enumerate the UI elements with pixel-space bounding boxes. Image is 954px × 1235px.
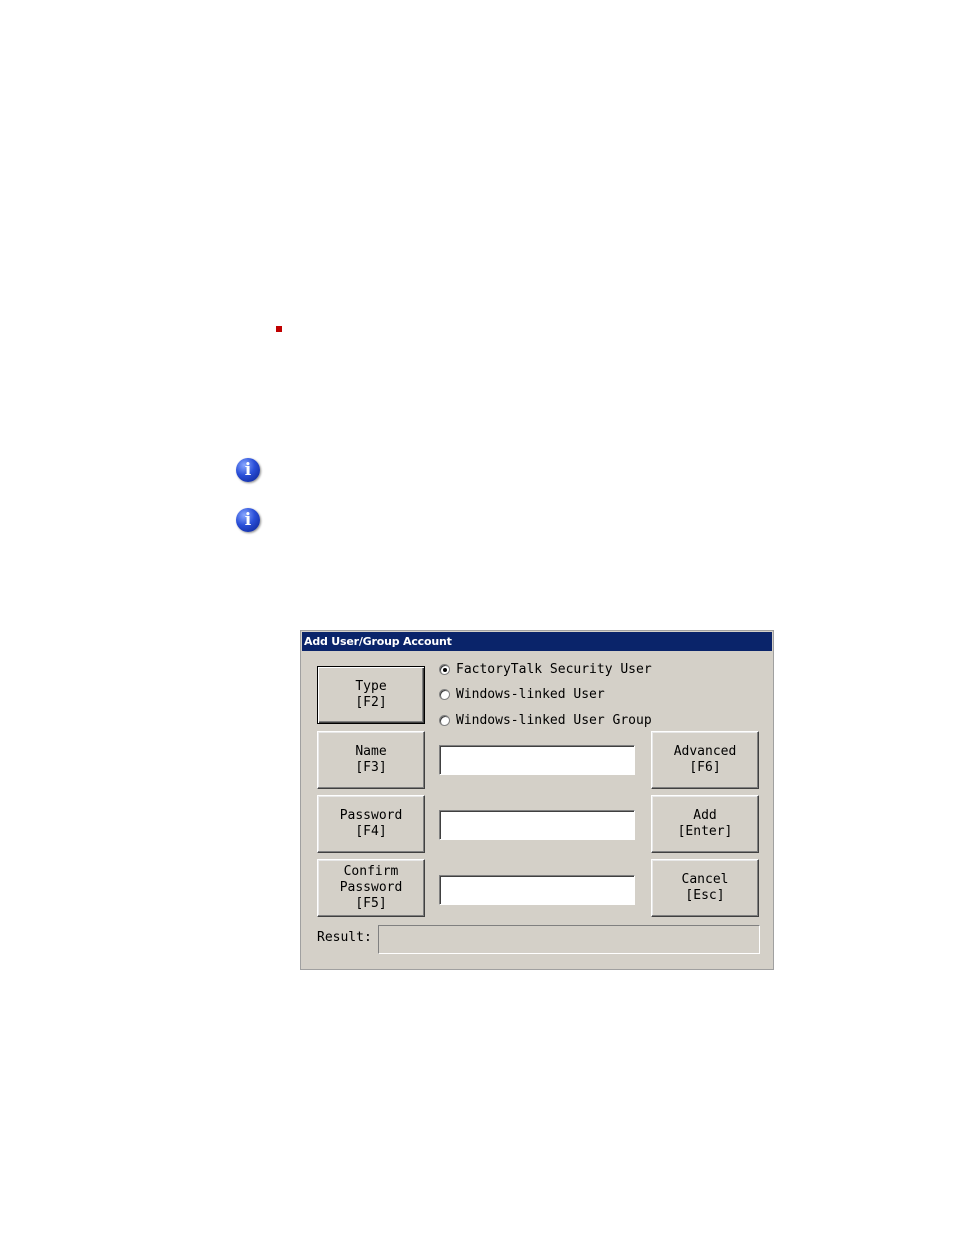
add-button[interactable]: Add [Enter] (651, 795, 759, 853)
dialog-title: Add User/Group Account (302, 632, 772, 651)
radio-factorytalk-user[interactable]: FactoryTalk Security User (439, 660, 652, 678)
radio-button-icon[interactable] (439, 688, 450, 700)
name-button[interactable]: Name [F3] (317, 731, 425, 789)
confirm-password-field[interactable] (439, 875, 635, 905)
result-label: Result: (317, 930, 372, 945)
password-button[interactable]: Password [F4] (317, 795, 425, 853)
radio-label: Windows-linked User (456, 686, 605, 702)
radio-label: Windows-linked User Group (456, 712, 652, 728)
info-glyph: i (244, 510, 252, 530)
radio-button-icon[interactable] (439, 714, 450, 726)
square-bullet-icon (276, 326, 282, 332)
radio-label: FactoryTalk Security User (456, 661, 652, 677)
info-glyph: i (244, 460, 252, 480)
radio-button-icon[interactable] (439, 663, 450, 675)
advanced-button[interactable]: Advanced [F6] (651, 731, 759, 789)
info-icon: i (236, 458, 260, 482)
radio-windows-linked-user-group[interactable]: Windows-linked User Group (439, 711, 652, 729)
password-field[interactable] (439, 810, 635, 840)
confirm-password-button[interactable]: Confirm Password [F5] (317, 859, 425, 917)
add-user-group-dialog: Add User/Group Account Type [F2] Factory… (300, 630, 774, 970)
radio-windows-linked-user[interactable]: Windows-linked User (439, 685, 605, 703)
cancel-button[interactable]: Cancel [Esc] (651, 859, 759, 917)
result-display (378, 925, 760, 954)
name-field[interactable] (439, 745, 635, 775)
type-button[interactable]: Type [F2] (317, 666, 425, 724)
info-icon: i (236, 508, 260, 532)
